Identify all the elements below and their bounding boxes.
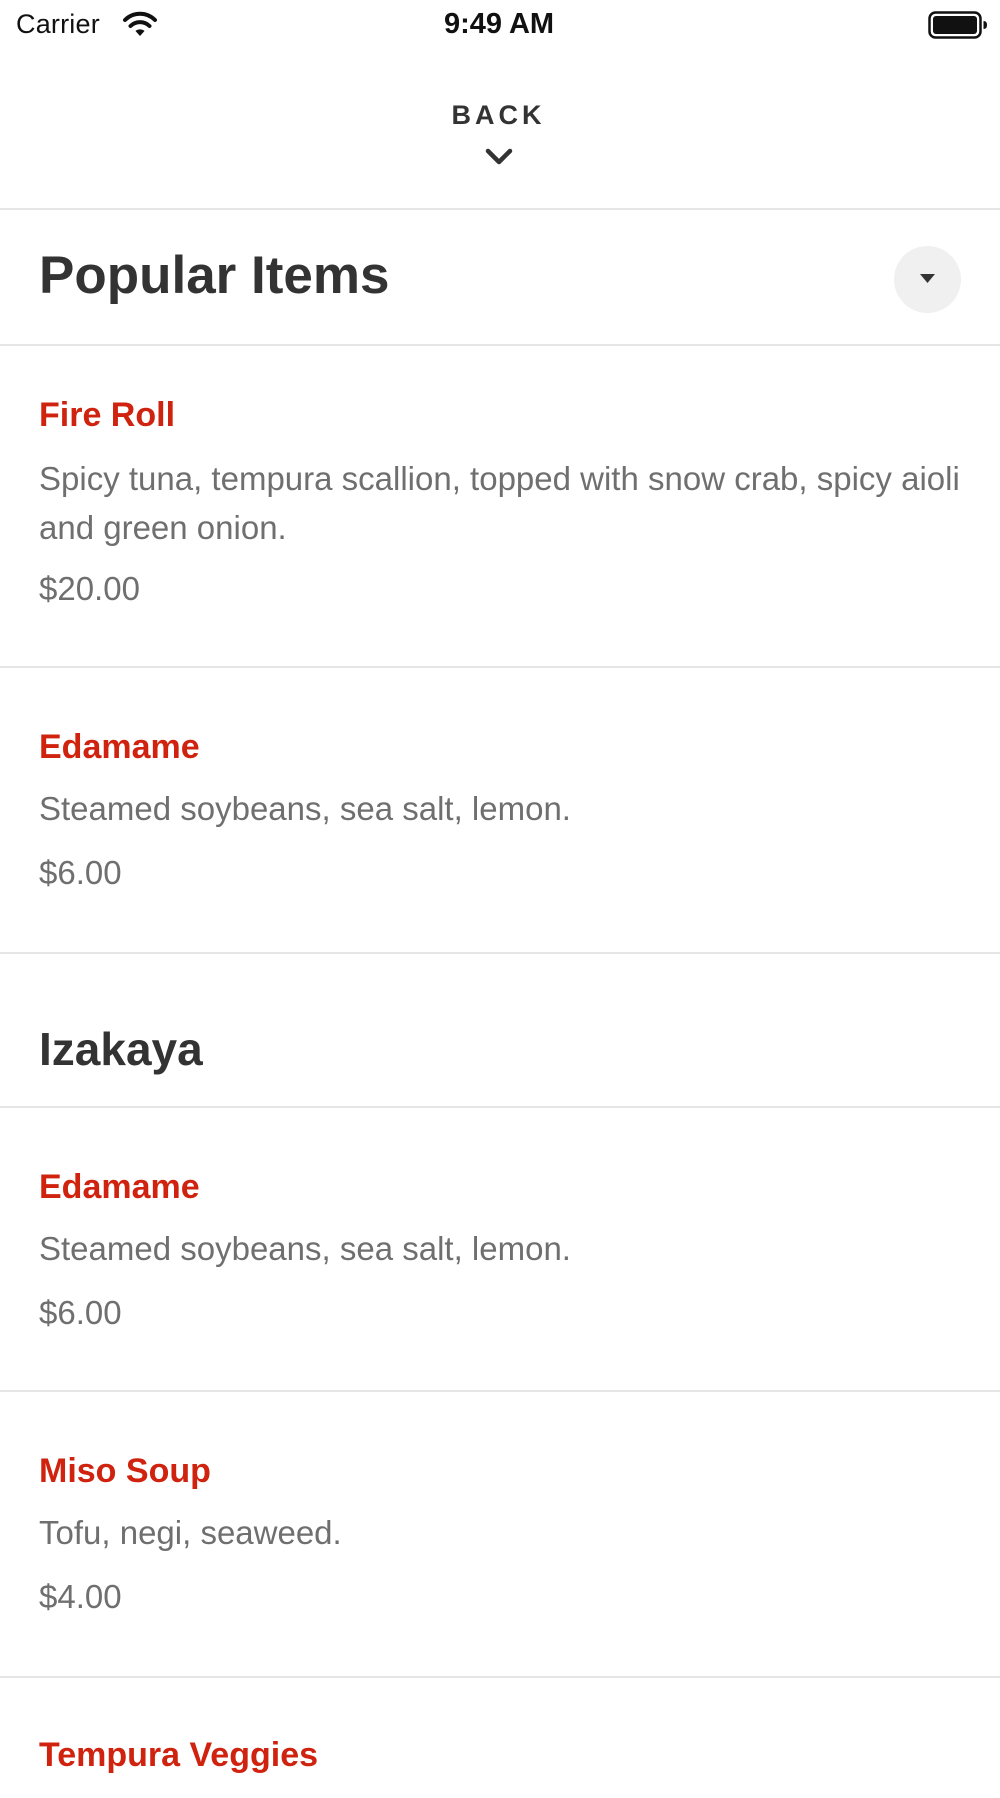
menu-item[interactable]: Edamame Steamed soybeans, sea salt, lemo… [0, 1108, 1000, 1392]
item-price: $4.00 [39, 1578, 122, 1615]
item-description: Steamed soybeans, sea salt, lemon. [39, 790, 571, 827]
item-name: Tempura Veggies [39, 1736, 319, 1774]
back-button[interactable]: BACK [0, 100, 1000, 131]
chevron-down-icon[interactable] [484, 147, 514, 167]
item-description: Steamed soybeans, sea salt, lemon. [39, 1230, 571, 1267]
back-header[interactable]: BACK [0, 50, 1000, 210]
section-title: Izakaya [39, 1023, 203, 1075]
item-description: Tofu, negi, seaweed. [39, 1514, 342, 1551]
menu-item[interactable]: Miso Soup Tofu, negi, seaweed. $4.00 [0, 1392, 1000, 1678]
caret-down-icon [920, 274, 935, 283]
status-bar: Carrier 9:49 AM [0, 0, 1000, 50]
status-time: 9:49 AM [443, 8, 555, 40]
menu-item[interactable]: Fire Roll Spicy tuna, tempura scallion, … [0, 346, 1000, 668]
item-name: Edamame [39, 728, 200, 766]
section-header-popular: Popular Items [0, 210, 1000, 346]
menu-item[interactable]: Tempura Veggies [0, 1678, 1000, 1798]
item-description: Spicy tuna, tempura scallion, topped wit… [39, 460, 960, 546]
section-header-izakaya: Izakaya [0, 954, 1000, 1108]
section-dropdown-button[interactable] [894, 246, 961, 313]
item-price: $6.00 [39, 854, 122, 891]
item-price: $6.00 [39, 1294, 122, 1331]
menu-item[interactable]: Edamame Steamed soybeans, sea salt, lemo… [0, 668, 1000, 954]
back-label: BACK [451, 100, 546, 130]
item-price: $20.00 [39, 570, 140, 607]
section-title: Popular Items [39, 246, 390, 305]
item-name: Miso Soup [39, 1452, 211, 1490]
item-name: Fire Roll [39, 396, 176, 434]
item-name: Edamame [39, 1168, 200, 1206]
battery-icon [928, 11, 987, 39]
